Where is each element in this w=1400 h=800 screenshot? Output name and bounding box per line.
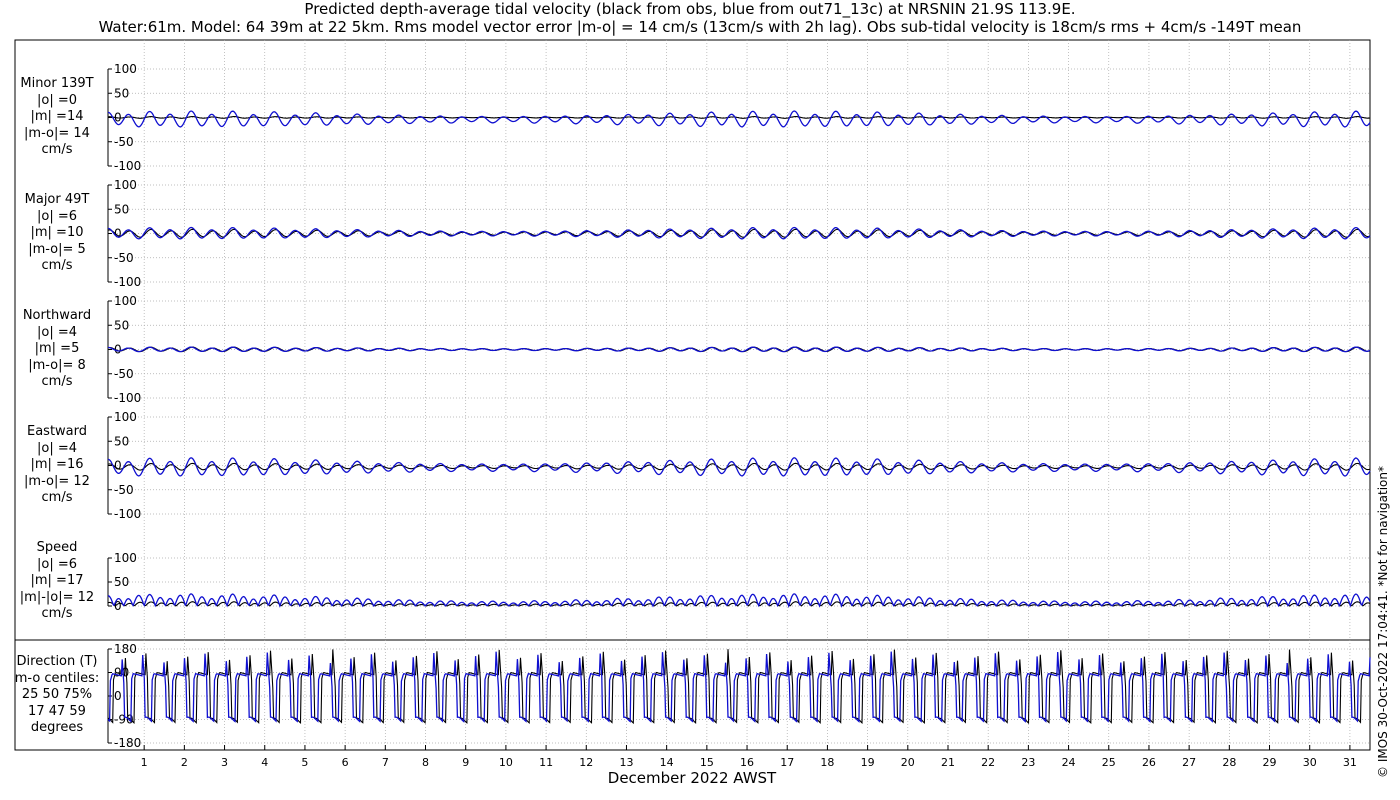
east-label-line: |m| =16 (30, 457, 84, 472)
x-tick-label-15: 15 (700, 756, 714, 769)
direction-label-line: degrees (30, 720, 84, 735)
x-tick-label-17: 17 (780, 756, 794, 769)
east-label-line: Eastward (26, 424, 88, 439)
x-tick-label-1: 1 (141, 756, 148, 769)
x-tick-label-14: 14 (660, 756, 674, 769)
north-y-tick-label: -50 (114, 367, 134, 381)
direction-panel-label: Direction (T) m-o centiles: 25 50 75% 17 47… (2, 654, 112, 737)
major-y-tick-label: 50 (114, 202, 129, 216)
north-y-tick-label: 50 (114, 318, 129, 332)
major-y-tick-label: -50 (114, 251, 134, 265)
minor-label-line: Minor 139T (20, 76, 94, 91)
major-panel-label: Major 49T |o| =6 |m| =10 |m-o|= 5 cm/s (2, 192, 112, 275)
major-label-line: Major 49T (24, 192, 90, 207)
major-label-line: |m-o|= 5 (28, 241, 86, 257)
major-y-tick-label: -100 (114, 275, 141, 289)
x-tick-label-16: 16 (740, 756, 754, 769)
minor-y-tick-label: -50 (114, 135, 134, 149)
x-tick-label-20: 20 (901, 756, 915, 769)
direction-label-line: 17 47 59 (28, 703, 86, 719)
x-tick-label-2: 2 (181, 756, 188, 769)
north-label-line: |m| =5 (34, 341, 80, 356)
minor-y-tick-label: 50 (114, 86, 129, 100)
speed-y-tick-label: 50 (114, 575, 129, 589)
x-tick-label-4: 4 (261, 756, 268, 769)
upper-frame (14, 39, 1371, 641)
minor-y-tick-label: -100 (114, 159, 141, 173)
major-label-line: |m| =10 (30, 225, 84, 240)
x-tick-label-25: 25 (1102, 756, 1116, 769)
x-tick-label-22: 22 (981, 756, 995, 769)
north-panel-label: Northward |o| =4 |m| =5 |m-o|= 8 cm/s (2, 308, 112, 391)
x-tick-label-11: 11 (539, 756, 553, 769)
major-y-tick-label: 100 (114, 178, 137, 192)
east-panel-label: Eastward |o| =4 |m| =16 |m-o|= 12 cm/s (2, 424, 112, 507)
x-tick-label-9: 9 (462, 756, 469, 769)
minor-label-line: cm/s (41, 142, 73, 157)
north-label-line: Northward (22, 308, 92, 323)
major-label-line: |o| =6 (36, 208, 77, 224)
x-tick-label-12: 12 (579, 756, 593, 769)
x-tick-label-8: 8 (422, 756, 429, 769)
east-y-tick-label: 100 (114, 410, 137, 424)
speed-label-line: |o| =6 (36, 556, 77, 572)
direction-y-tick-label: 0 (114, 689, 122, 703)
east-y-tick-label: 50 (114, 434, 129, 448)
minor-y-tick-label: 100 (114, 62, 137, 76)
speed-label-line: cm/s (41, 606, 73, 621)
north-label-line: |m-o|= 8 (28, 357, 86, 373)
x-tick-label-28: 28 (1222, 756, 1236, 769)
x-tick-label-18: 18 (820, 756, 834, 769)
east-label-line: cm/s (41, 490, 73, 505)
speed-label-line: |m|-|o|= 12 (19, 589, 95, 605)
east-label-line: |m-o|= 12 (24, 473, 90, 489)
speed-label-line: |m| =17 (30, 573, 84, 588)
tidal-velocity-chart: 1 2 3 4 5 6 7 8 9 10 11 12 13 14 15 16 17 18 19 20 21 22 23 24 2… (14, 39, 1371, 787)
x-tick-label-13: 13 (619, 756, 633, 769)
x-tick-label-3: 3 (221, 756, 228, 769)
x-tick-label-30: 30 (1303, 756, 1317, 769)
direction-y-tick-label: -180 (114, 736, 141, 750)
direction-y-tick-label: 180 (114, 642, 137, 656)
direction-label-line: 25 50 75% (21, 687, 93, 702)
minor-panel-label: Minor 139T |o| =0 |m| =14 |m-o|= 14 cm/s (2, 76, 112, 159)
x-tick-label-27: 27 (1182, 756, 1196, 769)
east-label-line: |o| =4 (36, 440, 77, 456)
minor-label-line: |m-o|= 14 (24, 125, 90, 141)
north-y-tick-label: 100 (114, 294, 137, 308)
speed-y-tick-label: 100 (114, 551, 137, 565)
direction-label-line: m-o centiles: (14, 670, 100, 686)
x-tick-label-19: 19 (861, 756, 875, 769)
x-tick-label-29: 29 (1263, 756, 1277, 769)
north-label-line: cm/s (41, 374, 73, 389)
x-tick-label-23: 23 (1021, 756, 1035, 769)
copyright-text: © IMOS 30-Oct-2022 17:04:41. *Not for na… (1376, 466, 1390, 778)
east-model-series-line (107, 457, 1371, 477)
x-tick-label-31: 31 (1343, 756, 1357, 769)
x-tick-label-10: 10 (499, 756, 513, 769)
minor-label-line: |m| =14 (30, 109, 84, 124)
x-tick-label-5: 5 (301, 756, 308, 769)
east-y-tick-label: -100 (114, 507, 141, 521)
major-label-line: cm/s (41, 258, 73, 273)
north-label-line: |o| =4 (36, 324, 77, 340)
direction-model-series-line (107, 651, 1371, 723)
x-tick-label-21: 21 (941, 756, 955, 769)
x-tick-label-26: 26 (1142, 756, 1156, 769)
north-y-tick-label: -100 (114, 391, 141, 405)
x-tick-label-24: 24 (1062, 756, 1076, 769)
speed-panel-label: Speed |o| =6 |m| =17 |m|-|o|= 12 cm/s (2, 540, 112, 623)
minor-model-series-line (107, 110, 1371, 128)
speed-label-line: Speed (36, 540, 78, 555)
direction-label-line: Direction (T) (16, 654, 98, 669)
minor-label-line: |o| =0 (36, 92, 77, 108)
x-axis-label: December 2022 AWST (608, 769, 777, 787)
x-tick-label-7: 7 (382, 756, 389, 769)
east-y-tick-label: -50 (114, 483, 134, 497)
x-tick-label-6: 6 (342, 756, 349, 769)
